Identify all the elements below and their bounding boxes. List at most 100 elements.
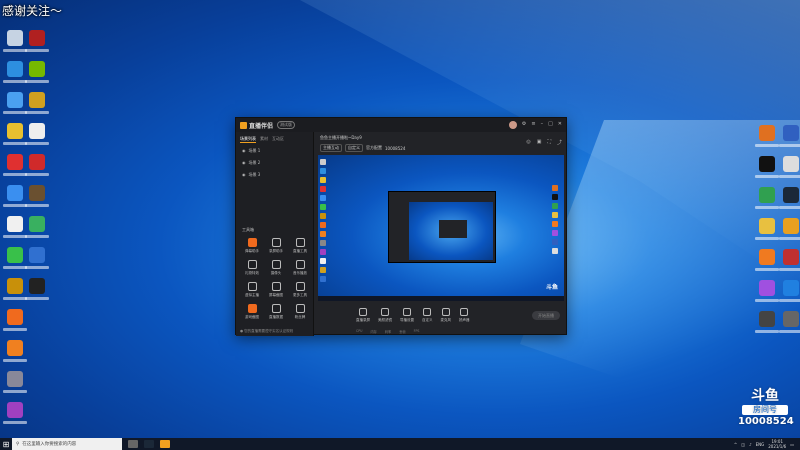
notice-text: ● 您的直播需要遵守实名认证规则: [240, 329, 294, 333]
tab-materials[interactable]: 素材: [260, 136, 268, 143]
desktop-icon[interactable]: [776, 280, 800, 311]
app-titlebar: 直播伴侣 测试版 ⚙ ≡ – □ ✕: [236, 118, 566, 132]
search-placeholder: 在这里输入你要搜索的内容: [22, 442, 77, 447]
network-icon[interactable]: ◫: [741, 442, 745, 447]
tool-icon: [271, 260, 281, 269]
tool-label: 直播工具: [293, 249, 307, 253]
desktop-icon[interactable]: [22, 61, 52, 92]
tool-item[interactable]: 直播工具: [288, 238, 312, 254]
custom-button[interactable]: 自定义: [422, 308, 433, 323]
control-label: 导播设置: [400, 318, 414, 322]
desktop-icon[interactable]: [776, 125, 800, 156]
desktop-icon[interactable]: [22, 123, 52, 154]
minimize-icon[interactable]: –: [541, 121, 544, 129]
desktop-icon[interactable]: [0, 340, 30, 371]
language-indicator[interactable]: ENG: [756, 442, 765, 447]
desktop-icon[interactable]: [22, 154, 52, 185]
close-icon[interactable]: ✕: [558, 121, 562, 129]
tool-icon: [271, 304, 281, 313]
desktop-icon[interactable]: [776, 187, 800, 218]
camera-icon[interactable]: ◎: [526, 139, 530, 146]
steam-taskbar-icon[interactable]: [144, 440, 154, 448]
scene-item[interactable]: ◉ 场景 2: [236, 157, 313, 169]
desktop-icon[interactable]: [22, 247, 52, 278]
desktop-icon[interactable]: [776, 311, 800, 342]
microphone-button[interactable]: 麦克风: [441, 308, 451, 323]
windows-start-icon[interactable]: ⊞: [0, 438, 12, 450]
search-box[interactable]: ⚲ 在这里输入你要搜索的内容: [12, 438, 122, 450]
desktop-icon[interactable]: [0, 309, 30, 340]
tool-label: 录屏助手: [269, 249, 283, 253]
desktop-icon[interactable]: [0, 402, 30, 433]
tool-item[interactable]: 音乐播放: [288, 260, 312, 276]
control-label: 美颜滤镜: [378, 318, 392, 322]
left-tabs: 场景列表 素材 互动区: [236, 132, 313, 145]
stage-tag: 官方配置: [366, 145, 382, 150]
douyu-logo: 斗鱼: [751, 388, 779, 404]
task-view-icon[interactable]: [128, 440, 138, 448]
app-title: 直播伴侣: [249, 122, 274, 130]
chevron-up-icon[interactable]: ^: [734, 442, 737, 447]
tool-item[interactable]: 虚拟主播: [240, 282, 264, 298]
desktop-icon[interactable]: [22, 30, 52, 61]
tool-item[interactable]: 弹幕助手: [240, 238, 264, 254]
eye-icon[interactable]: ◉: [242, 160, 246, 166]
microphone-icon: [441, 308, 450, 316]
fullscreen-icon[interactable]: ⛶: [547, 139, 551, 146]
tool-label: 粉丝牌: [294, 315, 306, 319]
eye-icon[interactable]: ◉: [242, 148, 246, 154]
eye-icon[interactable]: ◉: [242, 172, 246, 178]
stage-tag[interactable]: 自定义: [345, 144, 363, 152]
desktop-icon[interactable]: [22, 185, 52, 216]
tool-icon: [247, 260, 257, 269]
menu-icon[interactable]: ≡: [531, 121, 535, 129]
room-label: 房间号: [742, 405, 788, 415]
desktop-icon[interactable]: [22, 92, 52, 123]
desktop-icon[interactable]: [776, 218, 800, 249]
desktop-icon[interactable]: [776, 249, 800, 280]
tool-label: 摄像头: [270, 271, 282, 275]
beauty-button[interactable]: 美颜滤镜: [378, 308, 392, 323]
stage-tag[interactable]: 主播互动: [320, 144, 342, 152]
tool-item[interactable]: 屏幕截图: [264, 282, 288, 298]
avatar[interactable]: [508, 121, 517, 129]
status-item: 内存: [370, 330, 377, 334]
streaming-app-taskbar-icon[interactable]: [160, 440, 170, 448]
notification-icon[interactable]: ▭: [790, 442, 794, 447]
maximize-icon[interactable]: □: [548, 121, 553, 129]
record-button[interactable]: 直播录屏: [356, 308, 370, 323]
tool-label: 音乐播放: [293, 271, 307, 275]
tool-icon: [295, 260, 305, 269]
layout-icon[interactable]: ▣: [537, 139, 542, 146]
settings-icon[interactable]: ⚙: [522, 121, 526, 129]
tool-item[interactable]: 游戏截图: [240, 304, 264, 320]
scene-label: 场景 2: [248, 160, 261, 165]
desktop-icon[interactable]: [776, 156, 800, 187]
desktop-icon[interactable]: [22, 216, 52, 247]
scene-item[interactable]: ◉ 场景 3: [236, 169, 313, 181]
desktop-icon[interactable]: [22, 278, 52, 309]
scene-item[interactable]: ◉ 场景 1: [236, 145, 313, 157]
director-icon: [403, 308, 411, 316]
tool-item[interactable]: 录屏助手: [264, 238, 288, 254]
director-button[interactable]: 导播设置: [400, 308, 414, 323]
tab-interaction[interactable]: 互动区: [272, 136, 284, 143]
tool-item[interactable]: 更多工具: [288, 282, 312, 298]
room-number: 10008524: [738, 416, 794, 427]
tool-item[interactable]: 摄像头: [264, 260, 288, 276]
volume-icon[interactable]: ♪: [749, 442, 752, 447]
tool-icon: [247, 282, 257, 291]
tab-scenes[interactable]: 场景列表: [240, 136, 256, 143]
preview-stage: 鱼鱼主播开播啦~Day9 主播互动 自定义 官方配置 10008524 ◎ ▣ …: [316, 132, 566, 336]
control-label: 自定义: [422, 318, 433, 322]
tool-item[interactable]: 粉丝牌: [288, 304, 312, 320]
clock[interactable]: 19:01 2021/1/6: [768, 439, 786, 449]
stream-preview[interactable]: 斗鱼: [318, 155, 564, 301]
speaker-button[interactable]: 扬声器: [459, 308, 470, 323]
tool-item[interactable]: 直播数据: [264, 304, 288, 320]
preview-desktop-icons-right: [552, 185, 562, 257]
tool-item[interactable]: 礼物特效: [240, 260, 264, 276]
share-icon[interactable]: ⤴: [557, 139, 562, 146]
desktop-icon[interactable]: [0, 371, 30, 402]
start-live-button[interactable]: 开始直播: [532, 311, 560, 320]
